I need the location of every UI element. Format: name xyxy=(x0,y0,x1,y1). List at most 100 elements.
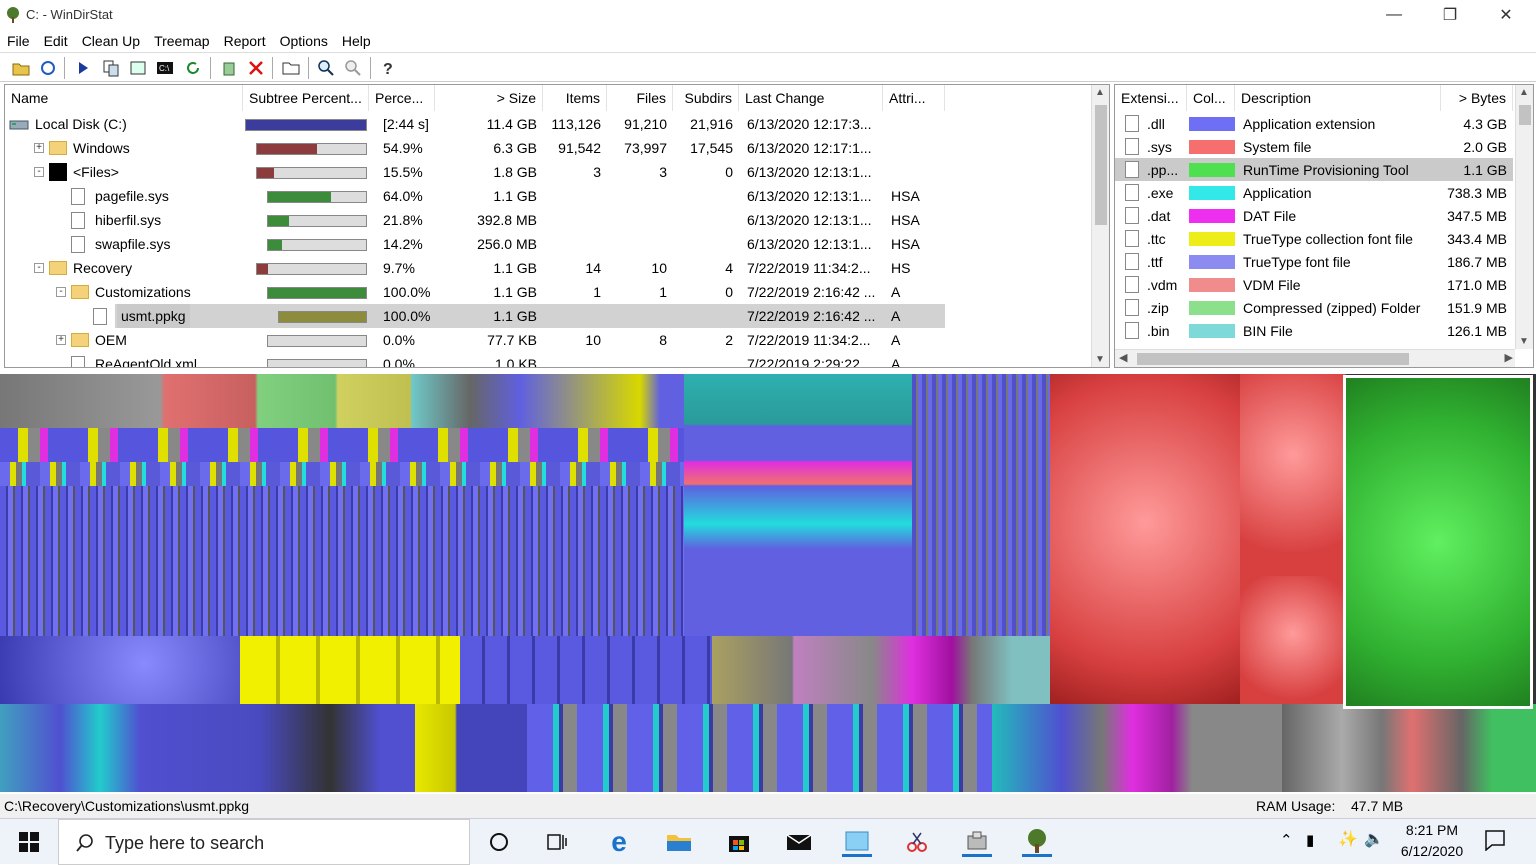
tree-row[interactable]: hiberfil.sys 21.8% 392.8 MB 6/13/2020 12:13… xyxy=(5,208,1091,232)
extension-row[interactable]: .exe Application 738.3 MB xyxy=(1115,181,1513,205)
column-subdirs[interactable]: Subdirs xyxy=(673,85,739,111)
tree-items xyxy=(543,184,601,208)
tree-row[interactable]: - <Files> 15.5% 1.8 GB 3 3 0 6/13/2020 12:13:1.… xyxy=(5,160,1091,184)
zoom-in-icon[interactable] xyxy=(315,57,337,79)
column-color[interactable]: Col... xyxy=(1187,85,1235,111)
battery-icon[interactable]: ▮ xyxy=(1306,831,1314,849)
treemap-block-swapfile[interactable] xyxy=(1240,576,1346,704)
extension-row[interactable]: .bin BIN File 126.1 MB xyxy=(1115,319,1513,343)
column-attributes[interactable]: Attri... xyxy=(883,85,945,111)
treemap[interactable] xyxy=(0,374,1536,792)
ext-vertical-scrollbar[interactable]: ▲ ▼ xyxy=(1515,85,1533,349)
restore-button[interactable]: ❐ xyxy=(1422,0,1478,30)
store-icon[interactable] xyxy=(724,827,754,857)
chevron-up-icon[interactable]: ⌃ xyxy=(1280,831,1293,849)
open-icon[interactable] xyxy=(10,57,32,79)
tree-row[interactable]: pagefile.sys 64.0% 1.1 GB 6/13/2020 12:13:1… xyxy=(5,184,1091,208)
recycle-bin-icon[interactable] xyxy=(218,57,240,79)
notification-icon[interactable] xyxy=(1484,829,1506,854)
tree-row[interactable]: Local Disk (C:) [2:44 s] 11.4 GB 113,126 91,… xyxy=(5,112,1091,136)
extension-row[interactable]: .ttf TrueType font file 186.7 MB xyxy=(1115,250,1513,274)
menu-treemap[interactable]: Treemap xyxy=(147,30,217,52)
extension-description: Application xyxy=(1243,185,1312,201)
column-items[interactable]: Items xyxy=(543,85,607,111)
column-extension[interactable]: Extensi... xyxy=(1115,85,1187,111)
treemap-block-usmt-ppkg[interactable] xyxy=(1343,375,1533,709)
zoom-out-icon[interactable] xyxy=(342,57,364,79)
expand-icon[interactable]: + xyxy=(34,143,44,153)
tree-row[interactable]: swapfile.sys 14.2% 256.0 MB 6/13/2020 12:13… xyxy=(5,232,1091,256)
extension-color-swatch xyxy=(1189,301,1235,315)
extension-bytes: 171.0 MB xyxy=(1447,277,1507,293)
menu-edit[interactable]: Edit xyxy=(37,30,75,52)
tree-vertical-scrollbar[interactable]: ▲ ▼ xyxy=(1091,85,1109,367)
installer-icon[interactable] xyxy=(962,827,992,857)
copy-path-icon[interactable] xyxy=(100,57,122,79)
help-icon[interactable]: ? xyxy=(377,57,399,79)
extension-row[interactable]: .zip Compressed (zipped) Folder 151.9 MB xyxy=(1115,296,1513,320)
directory-tree[interactable]: Name Subtree Percent... Perce... > Size … xyxy=(4,84,1110,368)
refresh-all-icon[interactable] xyxy=(37,57,59,79)
windirstat-taskbar-icon[interactable] xyxy=(1022,827,1052,857)
menu-report[interactable]: Report xyxy=(217,30,273,52)
column-last-change[interactable]: Last Change xyxy=(739,85,883,111)
treemap-block-hiberfil[interactable] xyxy=(1240,374,1346,576)
collapse-icon[interactable]: - xyxy=(34,167,44,177)
minimize-button[interactable]: — xyxy=(1366,0,1422,30)
collapse-icon[interactable]: - xyxy=(56,287,66,297)
column-files[interactable]: Files xyxy=(607,85,673,111)
play-icon[interactable] xyxy=(72,57,94,79)
clock-time[interactable]: 8:21 PM xyxy=(1402,822,1462,838)
extension-color-swatch xyxy=(1189,232,1235,246)
column-description[interactable]: Description xyxy=(1235,85,1441,111)
tree-row[interactable]: - Recovery 9.7% 1.1 GB 14 10 4 7/22/2019 11:34:… xyxy=(5,256,1091,280)
extension-row[interactable]: .vdm VDM File 171.0 MB xyxy=(1115,273,1513,297)
tree-items: 1 xyxy=(593,284,601,300)
tree-row[interactable]: usmt.ppkg 100.0% 1.1 GB 7/22/2019 2:16:42 .… xyxy=(5,304,1091,328)
column-percent[interactable]: Perce... xyxy=(369,85,435,111)
column-size[interactable]: > Size xyxy=(435,85,543,111)
column-subtree-percent[interactable]: Subtree Percent... xyxy=(243,85,369,111)
file-icon xyxy=(71,212,85,229)
wifi-icon[interactable]: ✨ xyxy=(1338,829,1358,849)
control-panel-icon[interactable] xyxy=(842,827,872,857)
expand-icon[interactable]: + xyxy=(56,335,66,345)
windows-start-icon[interactable] xyxy=(14,827,44,857)
tree-row[interactable]: + OEM 0.0% 77.7 KB 10 8 2 7/22/2019 11:34:2... A xyxy=(5,328,1091,352)
properties-icon[interactable] xyxy=(280,57,302,79)
extension-name: .ttf xyxy=(1147,254,1163,270)
column-bytes[interactable]: > Bytes xyxy=(1441,85,1513,111)
extension-row[interactable]: .ttc TrueType collection font file 343.4 M… xyxy=(1115,227,1513,251)
menu-clean-up[interactable]: Clean Up xyxy=(75,30,147,52)
menu-options[interactable]: Options xyxy=(273,30,335,52)
extension-list[interactable]: Extensi... Col... Description > Bytes .d… xyxy=(1114,84,1534,368)
tree-row[interactable]: ReAgentOld.xml 0.0% 1.0 KB 7/22/2019 2:29:2… xyxy=(5,352,1091,367)
clock-date[interactable]: 6/12/2020 xyxy=(1394,843,1470,859)
column-name[interactable]: Name xyxy=(5,85,243,111)
menu-file[interactable]: File xyxy=(0,30,37,52)
extension-row[interactable]: .dat DAT File 347.5 MB xyxy=(1115,204,1513,228)
edge-icon[interactable]: e xyxy=(604,826,634,857)
tree-size: 1.1 GB xyxy=(493,260,537,276)
cortana-icon[interactable] xyxy=(484,827,514,857)
menu-help[interactable]: Help xyxy=(335,30,378,52)
refresh-icon[interactable] xyxy=(182,57,204,79)
extension-row[interactable]: .sys System file 2.0 GB xyxy=(1115,135,1513,159)
command-prompt-icon[interactable]: C:\ xyxy=(154,57,176,79)
file-explorer-icon[interactable] xyxy=(664,827,694,857)
snipping-tool-icon[interactable] xyxy=(902,827,932,857)
extension-row[interactable]: .dll Application extension 4.3 GB xyxy=(1115,112,1513,136)
explorer-icon[interactable] xyxy=(127,57,149,79)
tree-row[interactable]: + Windows 54.9% 6.3 GB 91,542 73,997 17,545 6/1… xyxy=(5,136,1091,160)
delete-icon[interactable] xyxy=(245,57,267,79)
treemap-block-pagefile[interactable] xyxy=(1050,374,1240,704)
ext-horizontal-scrollbar[interactable]: ◀ ▶ xyxy=(1115,349,1515,367)
taskbar-search[interactable]: Type here to search xyxy=(58,819,470,865)
extension-row[interactable]: .pp... RunTime Provisioning Tool 1.1 GB xyxy=(1115,158,1513,182)
task-view-icon[interactable] xyxy=(542,827,572,857)
close-button[interactable]: ✕ xyxy=(1478,0,1534,30)
mail-icon[interactable] xyxy=(784,827,814,857)
volume-icon[interactable]: 🔈 xyxy=(1364,829,1384,849)
collapse-icon[interactable]: - xyxy=(34,263,44,273)
tree-row[interactable]: - Customizations 100.0% 1.1 GB 1 1 0 7/22/2019 … xyxy=(5,280,1091,304)
